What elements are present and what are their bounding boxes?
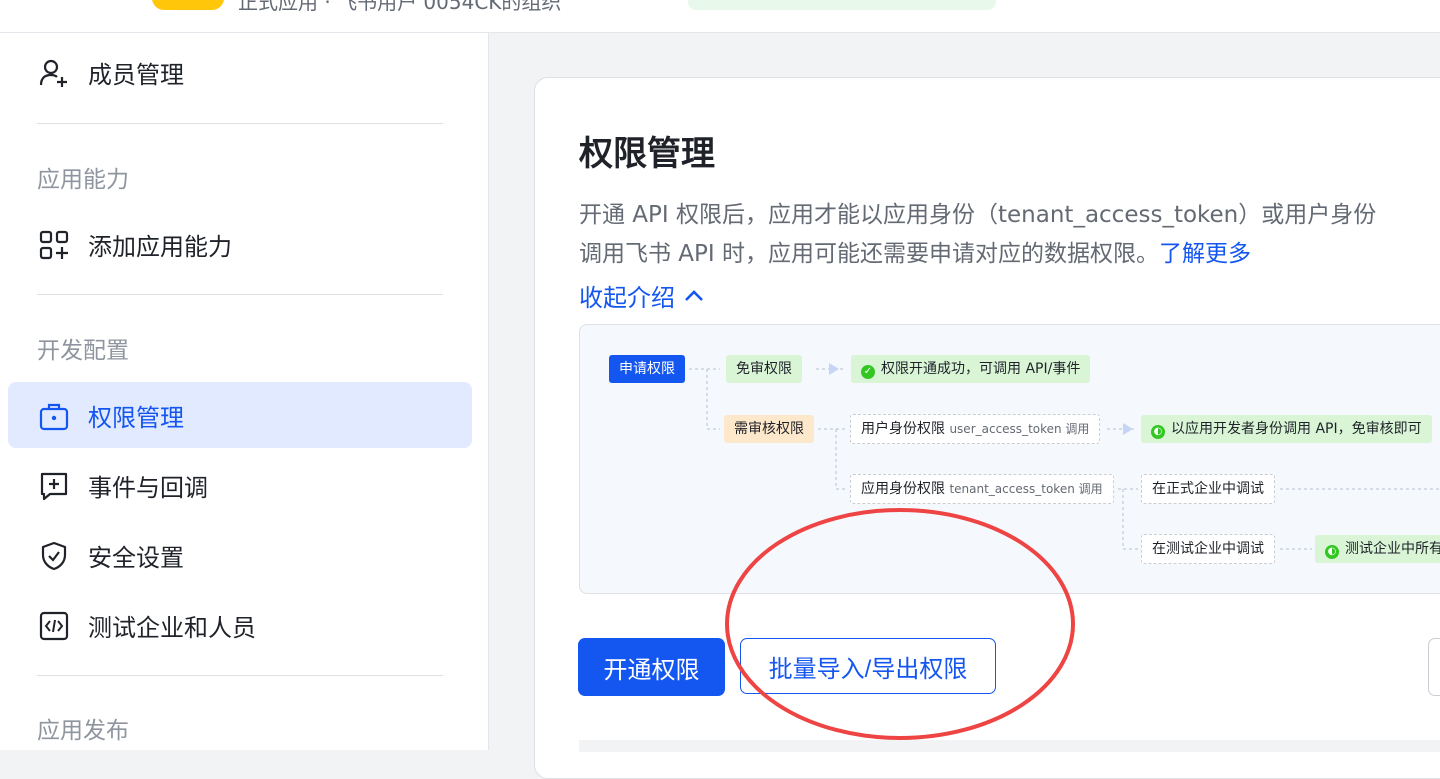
sidebar-item-label: 添加应用能力: [88, 232, 232, 261]
sidebar-item-members[interactable]: 成员管理: [8, 39, 472, 105]
description-line-2: 调用飞书 API 时，应用可能还需要申请对应的数据权限。了解更多: [579, 241, 1252, 267]
sidebar-item-events[interactable]: 事件与回调: [8, 452, 472, 518]
free-permission-tag: 免审权限: [726, 355, 802, 383]
app-info-text: 正式应用 · 飞书用户 0054CK的组织: [238, 0, 562, 14]
sidebar-item-label: 安全设置: [88, 543, 184, 572]
test-result-tag: ◐ 测试企业中所有: [1315, 535, 1440, 563]
permission-flow-diagram: 申请权限 免审权限 ✓ 权限开通成功，可调用 API/事件 需审核权限 用户身份权…: [579, 324, 1440, 594]
collapse-label: 收起介绍: [579, 284, 675, 312]
divider: [37, 123, 443, 124]
user-add-icon: [39, 59, 67, 87]
apply-permission-tag: 申请权限: [609, 355, 685, 383]
bulk-import-export-button[interactable]: 批量导入/导出权限: [740, 638, 996, 694]
app-permission-tag: 应用身份权限 tenant_access_token 调用: [850, 474, 1114, 504]
description-line-1: 开通 API 权限后，应用才能以应用身份（tenant_access_token…: [579, 202, 1377, 228]
shield-check-icon: [41, 541, 67, 571]
app-logo: [152, 0, 224, 10]
play-icon: ◐: [1151, 425, 1165, 439]
sidebar-item-test-enterprise[interactable]: 测试企业和人员: [8, 592, 472, 658]
section-title-dev: 开发配置: [37, 338, 129, 364]
sidebar: 成员管理 应用能力 添加应用能力 开发配置 权限管理 事件与回调 安全设置 测试…: [0, 33, 489, 750]
check-icon: ✓: [861, 365, 875, 379]
table-header-strip: [579, 740, 1440, 752]
grid-add-icon: [39, 230, 69, 260]
learn-more-link[interactable]: 了解更多: [1159, 241, 1251, 267]
free-result-tag: ✓ 权限开通成功，可调用 API/事件: [851, 355, 1091, 383]
sidebar-item-add-ability[interactable]: 添加应用能力: [8, 211, 472, 277]
page-title: 权限管理: [579, 134, 715, 174]
sidebar-item-label: 成员管理: [88, 60, 184, 89]
sidebar-item-permissions[interactable]: 权限管理: [8, 382, 472, 448]
user-permission-tag: 用户身份权限 user_access_token 调用: [850, 414, 1101, 444]
sidebar-item-security[interactable]: 安全设置: [8, 522, 472, 588]
test-debug-tag: 在测试企业中调试: [1141, 534, 1275, 564]
status-pill: [688, 0, 996, 10]
sidebar-item-label: 权限管理: [88, 403, 184, 432]
prod-debug-tag: 在正式企业中调试: [1141, 474, 1275, 504]
section-title-ability: 应用能力: [37, 167, 129, 193]
review-permission-tag: 需审核权限: [724, 415, 814, 443]
user-result-tag: ◐ 以应用开发者身份调用 API，免审核即可: [1141, 415, 1432, 443]
sidebar-item-label: 测试企业和人员: [88, 613, 256, 642]
enable-permission-button[interactable]: 开通权限: [578, 638, 725, 696]
sidebar-item-label: 事件与回调: [88, 473, 208, 502]
event-plus-icon: [40, 472, 68, 501]
chevron-up-icon: [685, 289, 703, 301]
section-title-publish: 应用发布: [37, 718, 129, 744]
top-bar: 正式应用 · 飞书用户 0054CK的组织: [0, 0, 1440, 33]
collapse-intro-link[interactable]: 收起介绍: [579, 278, 705, 313]
partial-button[interactable]: [1428, 638, 1440, 696]
briefcase-icon: [39, 403, 69, 431]
divider: [37, 294, 443, 295]
play-icon: ◐: [1325, 545, 1339, 559]
code-icon: [39, 611, 69, 641]
divider: [37, 675, 443, 676]
